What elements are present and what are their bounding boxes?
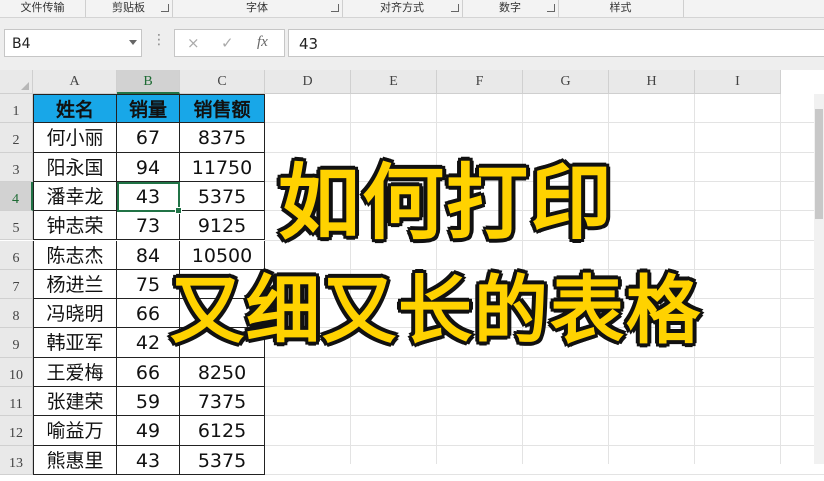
- column-header-f[interactable]: F: [437, 70, 523, 94]
- ribbon-group-file-transfer[interactable]: 文件传输: [0, 0, 86, 17]
- gridline-vertical: [780, 94, 781, 464]
- drag-handle-icon[interactable]: ⋮: [152, 32, 166, 48]
- row-header-4[interactable]: 4: [0, 181, 33, 212]
- table-cell[interactable]: 杨进兰: [33, 269, 117, 300]
- table-cell[interactable]: 韩亚军: [33, 328, 117, 358]
- gridline-horizontal: [265, 415, 824, 417]
- table-cell[interactable]: 11750: [180, 152, 265, 182]
- row-header-2[interactable]: 2: [0, 123, 33, 153]
- name-box-value: B4: [12, 36, 31, 52]
- row-header-10[interactable]: 10: [0, 357, 33, 387]
- table-cell[interactable]: 43: [117, 181, 180, 212]
- table-header-cell[interactable]: 销量: [117, 94, 180, 124]
- gridline-horizontal: [265, 473, 824, 475]
- table-cell[interactable]: 何小丽: [33, 123, 117, 153]
- table-cell[interactable]: 5375: [180, 445, 265, 475]
- dialog-launcher-icon[interactable]: [161, 4, 169, 12]
- table-cell[interactable]: 熊惠里: [33, 445, 117, 475]
- overlay-title-line2: 又细又长的表格: [169, 267, 702, 356]
- table-cell[interactable]: 王爱梅: [33, 357, 117, 387]
- ribbon-group-label: 数字: [499, 1, 521, 14]
- ribbon-group-alignment[interactable]: 对齐方式: [342, 0, 463, 17]
- column-header-e[interactable]: E: [351, 70, 437, 94]
- table-cell[interactable]: 阳永国: [33, 152, 117, 182]
- column-header-h[interactable]: H: [609, 70, 695, 94]
- ribbon-group-number[interactable]: 数字: [462, 0, 559, 17]
- row-header-9[interactable]: 9: [0, 328, 33, 358]
- table-cell[interactable]: 59: [117, 387, 180, 417]
- dialog-launcher-icon[interactable]: [547, 4, 555, 12]
- row-header-8[interactable]: 8: [0, 299, 33, 329]
- column-header-c[interactable]: C: [180, 70, 265, 94]
- row-header-7[interactable]: 7: [0, 269, 33, 300]
- table-cell[interactable]: 8250: [180, 357, 265, 387]
- column-header-d[interactable]: D: [265, 70, 351, 94]
- table-cell[interactable]: 7375: [180, 387, 265, 417]
- scrollbar-thumb[interactable]: [815, 109, 823, 219]
- overlay-title-line1: 如何打印: [276, 155, 615, 253]
- gridline-horizontal: [265, 444, 824, 446]
- formula-buttons: × ✓ fx: [174, 29, 285, 57]
- table-cell[interactable]: 9125: [180, 211, 265, 241]
- row-header-3[interactable]: 3: [0, 152, 33, 182]
- table-cell[interactable]: 8375: [180, 123, 265, 153]
- table-cell[interactable]: 5375: [180, 181, 265, 212]
- vertical-scrollbar[interactable]: [814, 94, 824, 464]
- ribbon-group-label: 对齐方式: [380, 1, 424, 14]
- column-header-a[interactable]: A: [33, 70, 117, 94]
- table-cell[interactable]: 冯晓明: [33, 299, 117, 329]
- row-header-11[interactable]: 11: [0, 387, 33, 417]
- ribbon-group-label: 剪贴板: [112, 1, 145, 14]
- column-header-i[interactable]: I: [695, 70, 781, 94]
- row-header-1[interactable]: 1: [0, 94, 33, 124]
- table-cell[interactable]: 43: [117, 445, 180, 475]
- ribbon-group-bar: 文件传输 剪贴板 字体 对齐方式 数字 样式: [0, 0, 824, 18]
- name-box[interactable]: B4: [4, 29, 142, 57]
- insert-function-icon[interactable]: fx: [257, 34, 268, 51]
- dialog-launcher-icon[interactable]: [331, 4, 339, 12]
- ribbon-group-font[interactable]: 字体: [172, 0, 343, 17]
- row-header-5[interactable]: 5: [0, 211, 33, 241]
- dialog-launcher-icon[interactable]: [451, 4, 459, 12]
- column-header-b[interactable]: B: [117, 70, 180, 94]
- column-header-g[interactable]: G: [523, 70, 609, 94]
- gridline-horizontal: [265, 386, 824, 387]
- table-cell[interactable]: 6125: [180, 416, 265, 446]
- row-header-6[interactable]: 6: [0, 240, 33, 270]
- table-header-cell[interactable]: 销售额: [180, 94, 265, 124]
- formula-input[interactable]: 43: [288, 29, 824, 57]
- row-header-13[interactable]: 13: [0, 445, 33, 475]
- table-cell[interactable]: 张建荣: [33, 387, 117, 417]
- confirm-icon[interactable]: ✓: [221, 34, 234, 52]
- table-cell[interactable]: 66: [117, 357, 180, 387]
- table-cell[interactable]: 喻益万: [33, 416, 117, 446]
- row-header-12[interactable]: 12: [0, 416, 33, 446]
- formula-bar-area: B4 ⋮ × ✓ fx 43: [0, 18, 824, 70]
- formula-value: 43: [299, 35, 319, 53]
- table-cell[interactable]: 陈志杰: [33, 240, 117, 270]
- table-cell[interactable]: 49: [117, 416, 180, 446]
- table-cell[interactable]: 潘幸龙: [33, 181, 117, 212]
- select-all-corner[interactable]: [0, 70, 33, 94]
- table-cell[interactable]: 94: [117, 152, 180, 182]
- ribbon-group-label: 文件传输: [20, 1, 65, 14]
- ribbon-group-label: 样式: [609, 1, 632, 14]
- table-cell[interactable]: 钟志荣: [33, 211, 117, 241]
- ribbon-group-clipboard[interactable]: 剪贴板: [85, 0, 173, 17]
- table-cell[interactable]: 67: [117, 123, 180, 153]
- gridline-horizontal: [265, 122, 824, 124]
- chevron-down-icon[interactable]: [129, 40, 137, 45]
- cancel-icon[interactable]: ×: [187, 34, 200, 52]
- ribbon-group-styles[interactable]: 样式: [558, 0, 684, 17]
- table-cell[interactable]: 73: [117, 211, 180, 241]
- ribbon-group-label: 字体: [246, 1, 268, 14]
- table-header-cell[interactable]: 姓名: [33, 94, 117, 124]
